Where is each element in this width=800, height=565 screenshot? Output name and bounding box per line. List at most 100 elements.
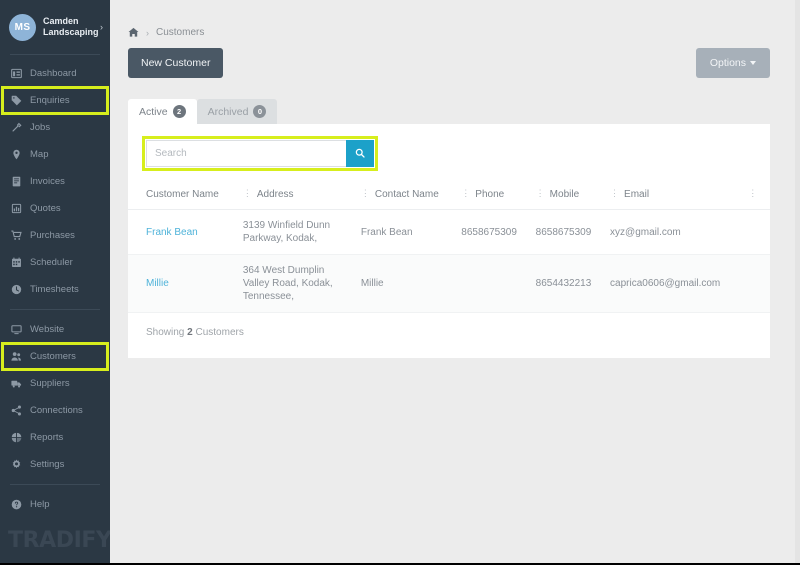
sidebar-item-timesheets[interactable]: Timesheets [0, 276, 110, 303]
cell-contact-name: Millie [356, 254, 458, 313]
action-row: New Customer Options [110, 45, 795, 97]
home-icon[interactable] [128, 27, 139, 38]
table-row[interactable]: Frank Bean 3139 Winfield Dunn Parkway, K… [128, 209, 770, 255]
scrollbar-gutter[interactable] [795, 0, 800, 565]
tab-active-count: 2 [172, 105, 186, 118]
brand-account-switcher[interactable]: MS Camden Landscaping › [0, 0, 110, 54]
chevron-down-icon [750, 61, 756, 66]
customer-link[interactable]: Millie [146, 278, 169, 289]
customer-link[interactable]: Frank Bean [146, 227, 198, 238]
th-address[interactable]: ⋮ Address [238, 183, 357, 210]
cell-mobile: 8654432213 [531, 254, 607, 313]
options-button-label: Options [709, 57, 746, 69]
breadcrumb-current[interactable]: Customers [156, 27, 204, 38]
sidebar-item-label: Settings [30, 459, 65, 470]
th-mobile[interactable]: ⋮ Mobile [531, 183, 607, 210]
app-viewport: MS Camden Landscaping › Dashboard Enquir… [0, 0, 800, 565]
sidebar-item-connections[interactable]: Connections [0, 397, 110, 424]
sidebar-item-settings[interactable]: Settings [0, 451, 110, 478]
sort-icon: ⋮ [461, 188, 471, 198]
invoice-icon [11, 176, 26, 187]
breadcrumb: › Customers [110, 5, 795, 45]
options-button[interactable]: Options [695, 48, 770, 78]
cell-actions [744, 254, 770, 313]
th-actions[interactable]: ⋮ [744, 183, 770, 210]
th-label: Phone [475, 189, 505, 200]
table-header-row: Customer Name ⋮ Address ⋮ Contact Name ⋮ Ph… [128, 183, 770, 210]
sidebar-item-label: Purchases [30, 230, 75, 241]
cart-icon [11, 230, 26, 241]
tab-archived-label: Archived [207, 105, 249, 118]
sort-icon: ⋮ [242, 188, 252, 198]
sidebar-item-map[interactable]: Map [0, 141, 110, 168]
sidebar-item-label: Timesheets [30, 284, 79, 295]
search-icon [355, 146, 365, 161]
sidebar-item-help[interactable]: Help [0, 491, 110, 518]
sidebar-divider-mid [10, 309, 100, 310]
wrench-icon [11, 122, 26, 133]
cell-mobile: 8658675309 [531, 209, 607, 255]
sidebar-item-enquiries[interactable]: Enquiries [1, 86, 109, 115]
customers-table-head: Customer Name ⋮ Address ⋮ Contact Name ⋮ Ph… [128, 183, 770, 210]
sidebar-item-website[interactable]: Website [0, 316, 110, 343]
sidebar-item-label: Suppliers [30, 378, 70, 389]
help-icon [11, 499, 26, 510]
sidebar-item-suppliers[interactable]: Suppliers [0, 370, 110, 397]
sort-icon: ⋮ [748, 188, 758, 198]
tab-bar: Active 2 Archived 0 [110, 97, 795, 124]
sidebar-nav: Dashboard Enquiries Jobs Map Invoices Qu… [0, 55, 110, 518]
sidebar-item-label: Help [30, 499, 50, 510]
brand-name: Camden Landscaping [43, 16, 99, 37]
sidebar-item-label: Scheduler [30, 257, 73, 268]
th-label: Mobile [549, 189, 580, 200]
th-label: Customer Name [146, 189, 219, 200]
customers-card: Customer Name ⋮ Address ⋮ Contact Name ⋮ Ph… [128, 124, 770, 358]
sidebar-item-label: Invoices [30, 176, 65, 187]
th-phone[interactable]: ⋮ Phone [457, 183, 532, 210]
tab-active-label: Active [139, 105, 168, 118]
search-button[interactable] [346, 140, 374, 167]
tradify-logo: TRADIFY [8, 528, 110, 553]
search-bar [142, 136, 378, 171]
cell-actions [744, 209, 770, 255]
new-customer-button[interactable]: New Customer [128, 48, 224, 78]
search-input[interactable] [146, 140, 346, 167]
tab-archived[interactable]: Archived 0 [196, 99, 278, 124]
tab-archived-count: 0 [253, 105, 267, 118]
cell-address: 3139 Winfield Dunn Parkway, Kodak, [238, 209, 357, 255]
cell-customer-name: Millie [128, 254, 239, 313]
breadcrumb-separator: › [146, 27, 149, 38]
share-icon [11, 405, 26, 416]
cell-email: caprica0606@gmail.com [606, 254, 745, 313]
sidebar-item-invoices[interactable]: Invoices [0, 168, 110, 195]
cell-email: xyz@gmail.com [606, 209, 745, 255]
sidebar-item-label: Quotes [30, 203, 61, 214]
main-content: › Customers New Customer Options Active … [110, 0, 795, 565]
tab-active[interactable]: Active 2 [128, 99, 197, 124]
sidebar-item-purchases[interactable]: Purchases [0, 222, 110, 249]
gear-icon [11, 459, 26, 470]
sidebar-divider-bottom [10, 484, 100, 485]
sidebar-item-label: Jobs [30, 122, 51, 133]
th-label: Address [256, 189, 294, 200]
cell-address: 364 West Dumplin Valley Road, Kodak, Ten… [238, 254, 357, 313]
sidebar-item-dashboard[interactable]: Dashboard [0, 60, 110, 87]
monitor-icon [11, 324, 26, 335]
sidebar-item-reports[interactable]: Reports [0, 424, 110, 451]
pie-chart-icon [11, 432, 26, 443]
cell-phone [457, 254, 532, 313]
sidebar-item-quotes[interactable]: Quotes [0, 195, 110, 222]
sort-icon: ⋮ [610, 188, 620, 198]
clock-icon [11, 284, 26, 295]
th-contact-name[interactable]: ⋮ Contact Name [356, 183, 458, 210]
th-label: Email [624, 189, 650, 200]
sidebar-item-jobs[interactable]: Jobs [0, 114, 110, 141]
th-customer-name[interactable]: Customer Name [128, 183, 239, 210]
customers-icon [11, 351, 26, 362]
showing-count-text: Showing 2 Customers [128, 313, 770, 358]
sidebar-item-label: Enquiries [30, 95, 70, 106]
sidebar-item-scheduler[interactable]: Scheduler [0, 249, 110, 276]
th-email[interactable]: ⋮ Email [606, 183, 745, 210]
table-row[interactable]: Millie 364 West Dumplin Valley Road, Kod… [128, 254, 770, 313]
sidebar-item-customers[interactable]: Customers [1, 342, 109, 371]
